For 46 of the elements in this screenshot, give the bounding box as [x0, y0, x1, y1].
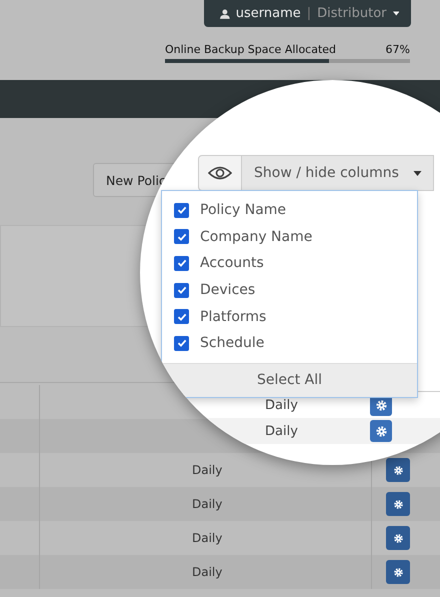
schedule-cell: Daily — [40, 555, 372, 589]
settings-button[interactable] — [386, 492, 410, 516]
gear-icon — [374, 424, 388, 438]
check-icon — [176, 285, 186, 296]
check-icon — [176, 205, 186, 216]
gear-icon — [392, 498, 404, 510]
checkbox[interactable] — [174, 282, 189, 298]
checkbox[interactable] — [174, 336, 189, 351]
column-option[interactable]: Devices — [174, 276, 405, 304]
column-option[interactable]: Policy Name — [174, 197, 405, 224]
gear-icon — [392, 532, 404, 544]
settings-button[interactable] — [386, 458, 410, 482]
check-icon — [176, 232, 186, 242]
gear-icon — [392, 566, 404, 578]
gear-icon — [374, 398, 388, 412]
eye-icon — [208, 166, 232, 180]
caret-icon — [392, 11, 399, 16]
schedule-cell-text: Daily — [264, 398, 299, 412]
storage-reading: 67% — [386, 43, 410, 56]
check-icon — [176, 338, 186, 348]
schedule-cell-text: Daily — [264, 424, 299, 438]
checkbox[interactable] — [174, 202, 189, 218]
column-option[interactable]: Accounts — [174, 250, 405, 277]
select-all-button[interactable]: Select All — [162, 362, 417, 397]
check-icon — [176, 258, 186, 268]
user-menu-button[interactable]: username | Distributor — [204, 0, 411, 27]
eye-button[interactable] — [198, 155, 242, 191]
storage-label: Online Backup Space Allocated — [165, 43, 336, 56]
column-option[interactable]: Company Name — [174, 224, 405, 250]
column-option[interactable]: Platforms — [174, 303, 405, 330]
separator: | — [306, 6, 312, 21]
check-icon — [176, 312, 186, 322]
settings-button[interactable] — [386, 526, 410, 550]
gear-icon — [392, 464, 404, 476]
column-option[interactable]: Schedule — [174, 330, 405, 357]
settings-button[interactable] — [386, 560, 410, 584]
show-hide-columns-button[interactable]: Show / hide columns — [242, 155, 434, 191]
username: username — [236, 6, 301, 21]
user-icon — [220, 8, 230, 20]
checkbox[interactable] — [174, 256, 189, 271]
settings-button[interactable] — [370, 420, 392, 442]
caret-icon — [412, 170, 422, 176]
checkbox[interactable] — [174, 309, 189, 324]
role-label: Distributor — [317, 6, 386, 21]
checkbox[interactable] — [174, 229, 189, 244]
schedule-cell: Daily — [40, 487, 372, 521]
